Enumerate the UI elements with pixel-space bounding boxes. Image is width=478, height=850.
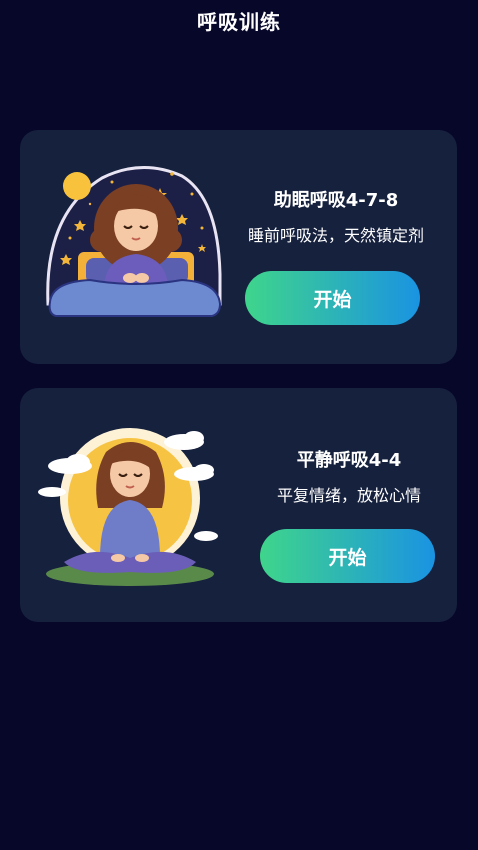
exercise-description: 睡前呼吸法，天然镇定剂 bbox=[247, 226, 424, 245]
exercise-title: 助眠呼吸4-7-8 bbox=[273, 190, 399, 211]
exercise-info: 助眠呼吸4-7-8 睡前呼吸法，天然镇定剂 bbox=[225, 186, 447, 246]
exercise-card-calm: 平静呼吸4-4 平复情绪，放松心情 开始 bbox=[20, 388, 457, 622]
meditating-girl-illustration bbox=[38, 428, 218, 586]
sleeping-girl-illustration bbox=[46, 166, 222, 317]
exercise-description: 平复情绪，放松心情 bbox=[276, 486, 421, 505]
start-button[interactable]: 开始 bbox=[260, 529, 435, 583]
exercise-info: 平静呼吸4-4 平复情绪，放松心情 bbox=[242, 446, 456, 506]
page-title: 呼吸训练 bbox=[197, 10, 281, 34]
start-button[interactable]: 开始 bbox=[245, 271, 420, 325]
exercise-card-sleep: 助眠呼吸4-7-8 睡前呼吸法，天然镇定剂 开始 bbox=[20, 130, 457, 364]
exercise-title: 平静呼吸4-4 bbox=[296, 450, 402, 471]
